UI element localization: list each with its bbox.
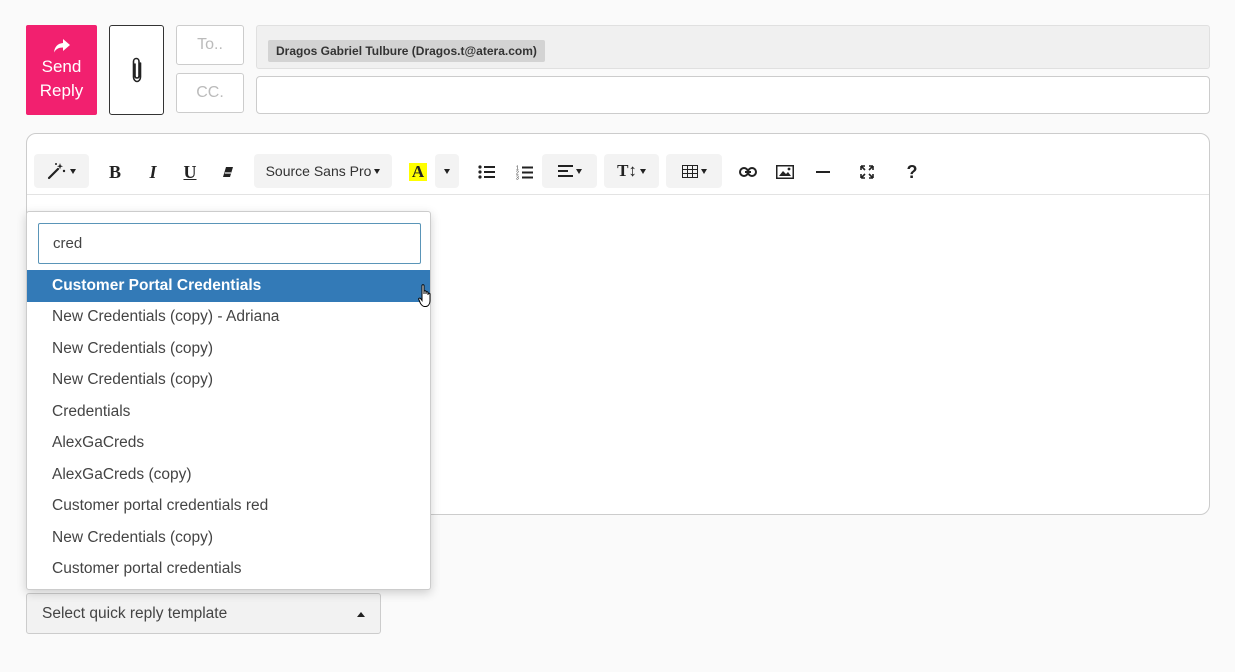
table-icon bbox=[681, 164, 698, 178]
magic-icon bbox=[47, 163, 66, 180]
list-item[interactable]: AlexGaCreds bbox=[27, 428, 430, 460]
to-field[interactable]: Dragos Gabriel Tulbure (Dragos.t@atera.c… bbox=[256, 25, 1210, 69]
chevron-down-icon bbox=[444, 168, 450, 174]
italic-icon: I bbox=[149, 161, 157, 182]
ordered-list-button[interactable]: 123 bbox=[512, 155, 536, 189]
svg-text:3: 3 bbox=[516, 175, 519, 180]
send-reply-button[interactable]: Send Reply bbox=[26, 25, 97, 115]
horizontal-rule-icon bbox=[816, 171, 830, 173]
send-label-line2: Reply bbox=[39, 80, 84, 100]
font-family-select[interactable]: Source Sans Pro bbox=[254, 154, 392, 188]
list-item[interactable]: Credentials bbox=[27, 396, 430, 428]
underline-button[interactable]: U bbox=[178, 155, 202, 189]
cc-button[interactable]: CC. bbox=[176, 73, 244, 113]
underline-icon: U bbox=[183, 161, 197, 182]
list-item[interactable]: New Credentials (copy) bbox=[27, 522, 430, 554]
quick-reply-template-select[interactable]: Select quick reply template bbox=[26, 593, 381, 634]
list-item[interactable]: AlexGaCreds (copy) bbox=[27, 459, 430, 491]
chevron-up-icon bbox=[357, 612, 365, 617]
bold-button[interactable]: B bbox=[103, 155, 127, 189]
send-label-line1: Send bbox=[41, 56, 82, 76]
list-item[interactable]: New Credentials (copy) - Adriana bbox=[27, 302, 430, 334]
list-item[interactable]: New Credentials (copy) bbox=[27, 333, 430, 365]
bold-icon: B bbox=[108, 161, 121, 182]
eraser-icon bbox=[223, 167, 233, 177]
image-button[interactable] bbox=[773, 155, 797, 189]
template-list: Customer Portal Credentials New Credenti… bbox=[27, 270, 430, 585]
link-button[interactable] bbox=[736, 155, 760, 189]
fullscreen-button[interactable] bbox=[855, 155, 879, 189]
unordered-list-icon bbox=[477, 165, 495, 179]
template-search-input[interactable]: cred bbox=[38, 223, 421, 264]
template-select-label: Select quick reply template bbox=[42, 604, 228, 622]
list-item[interactable]: New Credentials (copy) bbox=[27, 365, 430, 397]
editor-toolbar: B I U Source Sans Pro A 123 T↕ ? bbox=[27, 134, 1209, 195]
horizontal-rule-button[interactable] bbox=[811, 155, 835, 189]
unordered-list-button[interactable] bbox=[474, 155, 498, 189]
ordered-list-icon: 123 bbox=[516, 165, 533, 180]
attach-button[interactable] bbox=[109, 25, 164, 115]
list-item[interactable]: Customer portal credentials red bbox=[27, 491, 430, 523]
text-color-dropdown[interactable] bbox=[435, 154, 459, 188]
fullscreen-icon bbox=[860, 165, 874, 179]
magic-button[interactable] bbox=[34, 154, 89, 188]
paperclip-icon bbox=[132, 57, 141, 83]
align-icon bbox=[557, 165, 573, 177]
text-color-button[interactable]: A bbox=[405, 155, 431, 189]
italic-button[interactable]: I bbox=[141, 155, 165, 189]
font-size-button[interactable]: T↕ bbox=[604, 154, 659, 188]
image-icon bbox=[776, 165, 794, 179]
template-dropdown: cred Customer Portal Credentials New Cre… bbox=[26, 211, 431, 590]
help-button[interactable]: ? bbox=[900, 155, 924, 189]
list-item[interactable]: Customer Portal Credentials bbox=[27, 270, 430, 302]
align-button[interactable] bbox=[542, 154, 597, 188]
to-button[interactable]: To.. bbox=[176, 25, 244, 65]
list-item[interactable]: Customer portal credentials bbox=[27, 554, 430, 586]
cc-field[interactable] bbox=[256, 76, 1210, 114]
font-family-value: Source Sans Pro bbox=[265, 163, 372, 179]
reply-arrow-icon bbox=[53, 38, 70, 52]
recipient-tag[interactable]: Dragos Gabriel Tulbure (Dragos.t@atera.c… bbox=[268, 40, 545, 62]
text-color-icon: A bbox=[408, 163, 428, 181]
hand-cursor-icon bbox=[418, 284, 431, 307]
font-size-icon: T↕ bbox=[617, 161, 637, 180]
help-icon: ? bbox=[906, 161, 918, 182]
link-icon bbox=[739, 167, 757, 177]
table-button[interactable] bbox=[666, 154, 722, 188]
clear-format-button[interactable] bbox=[216, 155, 240, 189]
